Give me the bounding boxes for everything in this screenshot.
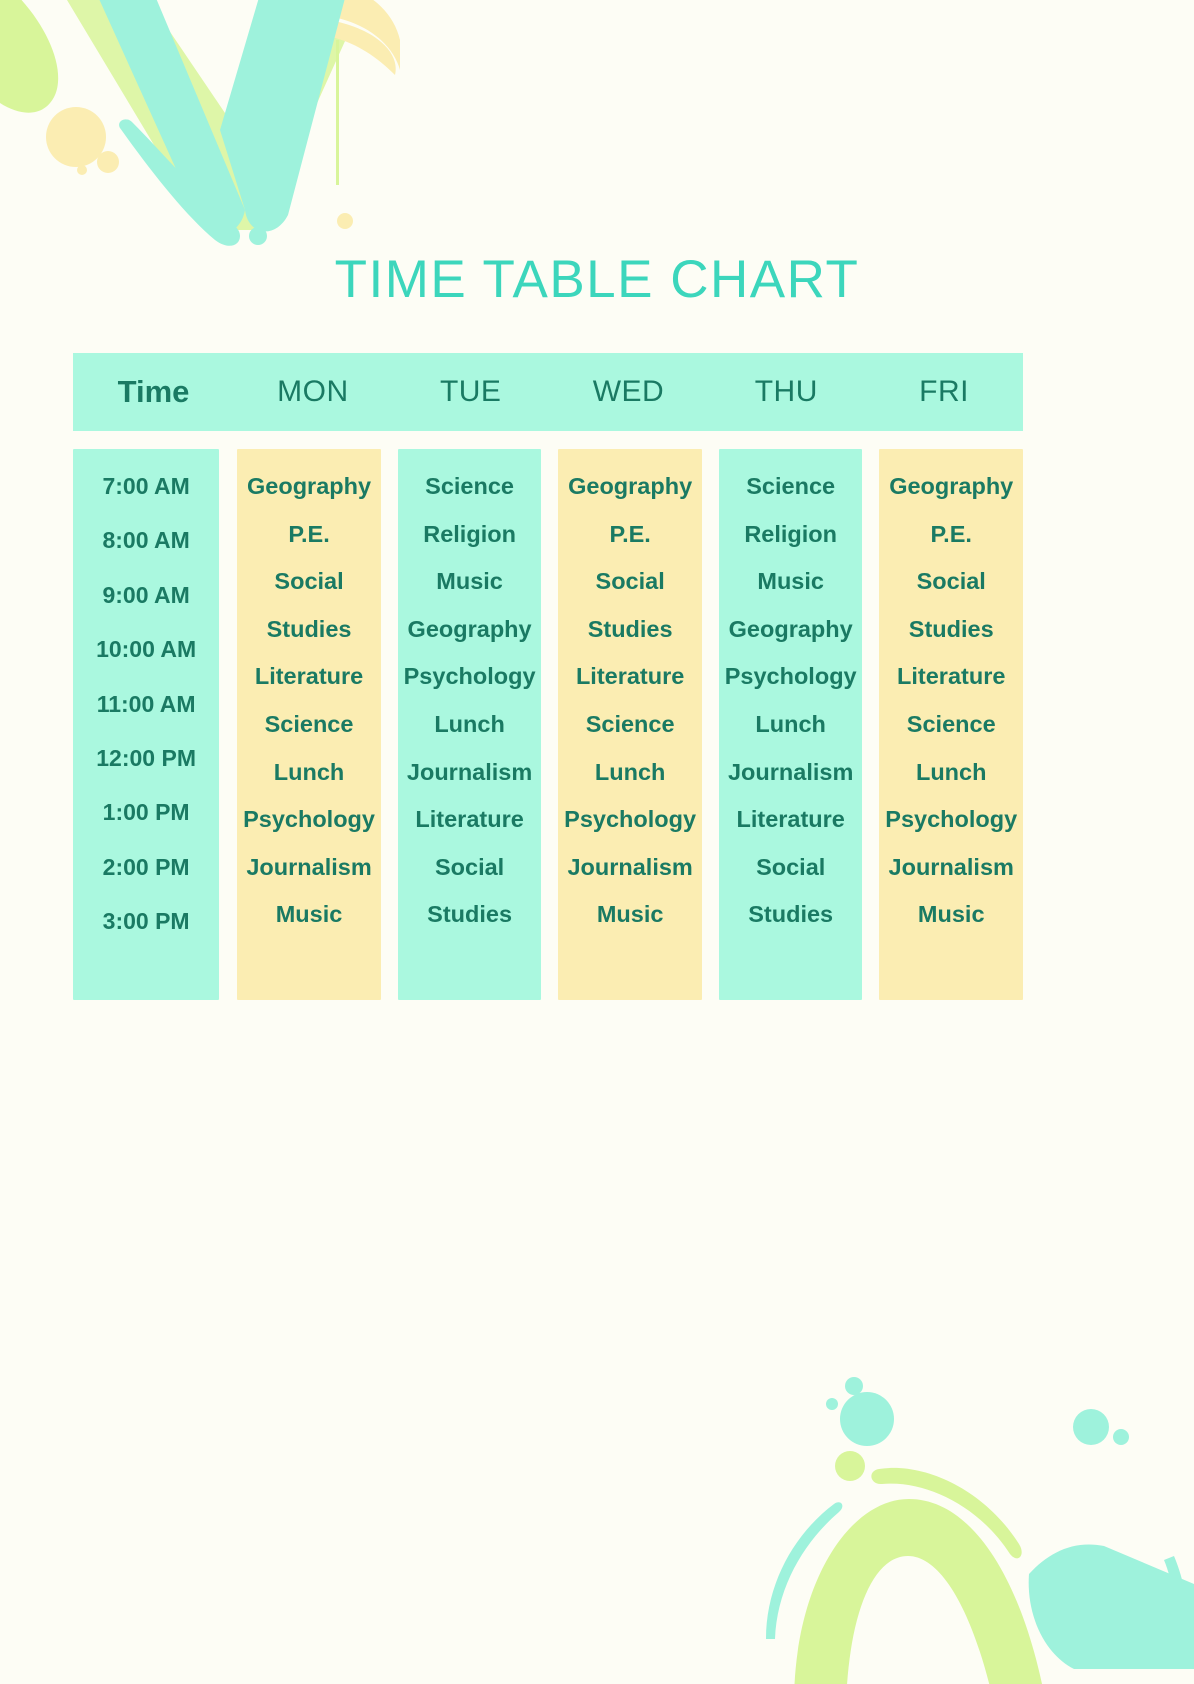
subject-cell: Psychology [885, 806, 1018, 833]
subject-cell: Lunch [755, 710, 826, 737]
subject-cell: Music [436, 568, 503, 595]
subject-cell: Literature [254, 663, 364, 690]
subject-cell: P.E. [609, 520, 651, 547]
subject-cell: P.E. [930, 520, 972, 547]
header-day-fri: FRI [919, 375, 969, 408]
subject-cell: Journalism [406, 758, 533, 785]
subject-cell: Science [906, 710, 996, 737]
time-column: 7:00 AM 8:00 AM 9:00 AM 10:00 AM 11:00 A… [73, 449, 220, 1000]
subject-cell: Social [916, 568, 986, 595]
time-slot: 12:00 PM [96, 744, 196, 771]
subject-cell: Science [264, 710, 354, 737]
subject-cell: Studies [908, 615, 994, 642]
subject-cell: Literature [736, 806, 845, 833]
time-slot: 3:00 PM [102, 908, 190, 935]
day-column-wed: Geography P.E. Social Studies Literature… [558, 449, 702, 1000]
subject-cell: Lunch [273, 758, 345, 785]
subject-cell: Lunch [434, 710, 505, 737]
subject-cell: Psychology [243, 806, 375, 833]
subject-cell: Psychology [564, 806, 697, 833]
day-column-fri: Geography P.E. Social Studies Literature… [879, 449, 1023, 1000]
header-day-tue: TUE [439, 375, 502, 408]
time-slot: 1:00 PM [102, 799, 190, 826]
subject-cell: Science [585, 710, 675, 737]
subject-cell: Studies [587, 615, 673, 642]
subject-cell: Literature [897, 663, 1006, 690]
day-column-mon: Geography P.E. Social Studies Literature… [237, 449, 381, 1000]
subject-cell: Lunch [594, 758, 666, 785]
time-slot: 10:00 AM [96, 636, 197, 663]
decoration-top-left [0, 0, 400, 246]
subject-cell: Social [434, 853, 505, 880]
subject-cell: Lunch [915, 758, 987, 785]
subject-cell: Journalism [888, 853, 1014, 880]
subject-cell: Geography [407, 615, 532, 642]
subject-cell: Religion [744, 520, 838, 547]
subject-cell: Science [746, 473, 836, 499]
time-slot: 11:00 AM [96, 690, 196, 717]
day-column-tue: Science Religion Music Geography Psychol… [397, 449, 542, 1000]
subject-cell: Religion [423, 520, 516, 547]
subject-cell: Journalism [567, 853, 693, 880]
subject-cell: Literature [575, 663, 685, 690]
header-day-mon: MON [277, 375, 349, 408]
subject-cell: Studies [748, 901, 834, 928]
subject-cell: Science [425, 473, 514, 499]
subject-cell: Geography [728, 615, 853, 642]
subject-cell: Geography [889, 473, 1014, 499]
header-day-thu: THU [754, 375, 818, 408]
decoration-bottom-right [766, 1377, 1194, 1684]
subject-cell: Psychology [403, 663, 536, 690]
subject-cell: Literature [415, 806, 524, 833]
subject-cell: Studies [427, 901, 513, 928]
subject-cell: Social [274, 568, 344, 595]
subject-cell: Studies [266, 615, 352, 642]
subject-cell: Social [595, 568, 665, 595]
subject-cell: Psychology [724, 663, 857, 690]
subject-cell: Journalism [727, 758, 854, 785]
subject-cell: P.E. [288, 520, 330, 547]
table-header-row: Time MON TUE WED THU FRI [73, 353, 1023, 431]
time-slot: 7:00 AM [102, 473, 190, 499]
header-time: Time [117, 374, 190, 409]
subject-cell: Music [596, 901, 664, 928]
timetable: Time MON TUE WED THU FRI 7:00 AM 8:00 AM… [73, 353, 1023, 1000]
table-body-row: 7:00 AM 8:00 AM 9:00 AM 10:00 AM 11:00 A… [73, 449, 1023, 1000]
subject-cell: Music [757, 568, 824, 595]
subject-cell: Journalism [246, 853, 372, 880]
time-slot: 2:00 PM [102, 853, 190, 880]
subject-cell: Geography [247, 473, 372, 499]
header-day-wed: WED [592, 375, 665, 408]
time-slot: 9:00 AM [102, 581, 190, 608]
day-column-thu: Science Religion Music Geography Psychol… [718, 449, 863, 1000]
subject-cell: Geography [568, 473, 693, 499]
subject-cell: Music [917, 901, 985, 928]
time-slot: 8:00 AM [102, 527, 190, 554]
subject-cell: Music [275, 901, 343, 928]
subject-cell: Social [756, 853, 826, 880]
page-title: TIME TABLE CHART [334, 250, 860, 309]
